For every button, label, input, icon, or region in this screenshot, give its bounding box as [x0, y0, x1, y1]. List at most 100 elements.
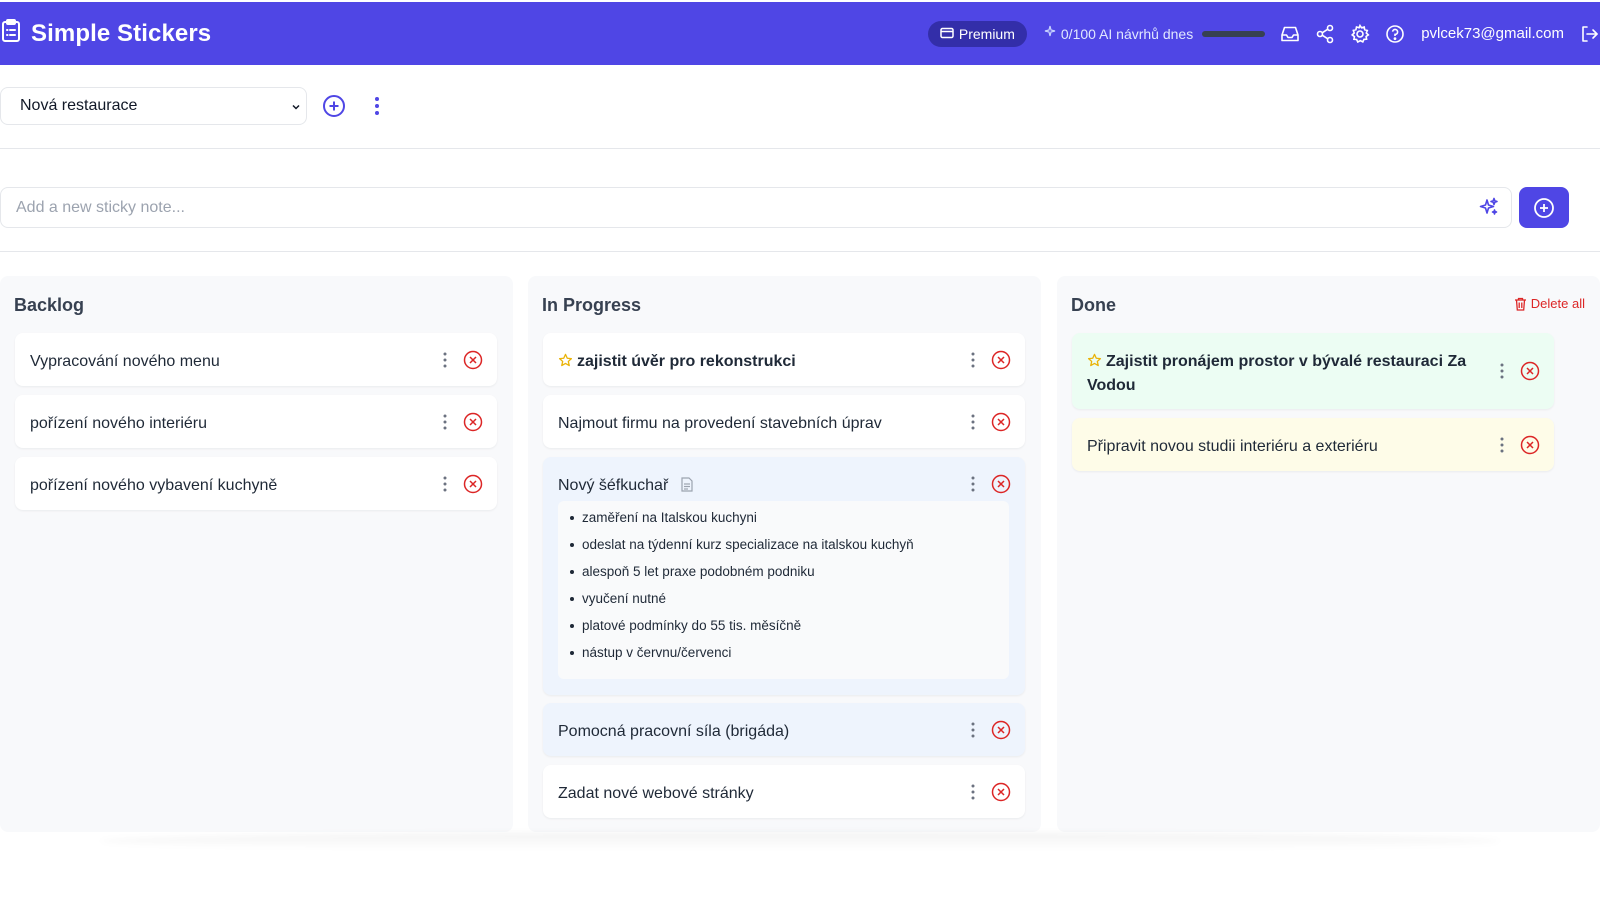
delete-all-label: Delete all — [1530, 296, 1585, 311]
note-card[interactable]: Pomocná pracovní síla (brigáda) — [543, 703, 1025, 756]
chevron-down-icon — [290, 100, 302, 118]
brand[interactable]: Simple Stickers — [0, 19, 211, 48]
kebab-icon — [375, 97, 379, 115]
list-item: platové podmínky do 55 tis. měsíčně — [568, 616, 914, 643]
note-menu-button[interactable] — [1494, 362, 1510, 380]
note-card[interactable]: zajistit úvěr pro rekonstrukci — [543, 333, 1025, 386]
star-icon[interactable] — [1087, 353, 1102, 375]
note-menu-button[interactable] — [437, 413, 453, 431]
ai-usage-progress-fill — [1202, 30, 1266, 37]
note-text: pořízení nového interiéru — [30, 415, 207, 432]
close-circle-icon — [991, 412, 1011, 432]
delete-note-button[interactable] — [991, 720, 1011, 745]
note-text: Pomocná pracovní síla (brigáda) — [558, 723, 790, 740]
close-circle-icon — [991, 350, 1011, 370]
note-card[interactable]: Vypracování nového menu — [15, 333, 497, 386]
sparkles-icon — [1043, 25, 1061, 42]
note-icon — [681, 477, 693, 499]
close-circle-icon — [463, 474, 483, 494]
delete-note-button[interactable] — [991, 474, 1011, 499]
note-details: zaměření na Italskou kuchyni odeslat na … — [558, 501, 1009, 679]
app-title: Simple Stickers — [31, 19, 212, 47]
kebab-icon — [1500, 437, 1504, 453]
column-done: Done Delete all Zajistit pronájem prosto… — [1057, 276, 1600, 832]
list-item: nástup v červnu/červenci — [568, 643, 914, 670]
delete-note-button[interactable] — [463, 474, 483, 499]
board-menu-button[interactable] — [374, 96, 380, 116]
help-icon[interactable] — [1384, 23, 1406, 45]
column-backlog: Backlog Vypracování nového menu pořízení… — [0, 276, 513, 832]
delete-note-button[interactable] — [463, 412, 483, 437]
note-card[interactable]: Zadat nové webové stránky — [543, 765, 1025, 818]
app-header: Simple Stickers Premium 0/100 AI návrhů … — [0, 2, 1600, 65]
note-text: Nový šéfkuchař — [558, 477, 669, 494]
board-select[interactable]: Nová restaurace — [0, 87, 307, 125]
sparkles-icon — [1479, 197, 1498, 215]
share-icon[interactable] — [1314, 23, 1336, 45]
note-menu-button[interactable] — [965, 783, 981, 801]
column-title: Done — [1071, 295, 1116, 315]
delete-note-button[interactable] — [1520, 361, 1540, 386]
premium-label: Premium — [958, 25, 1015, 42]
kebab-icon — [443, 352, 447, 368]
delete-note-button[interactable] — [991, 350, 1011, 375]
kebab-icon — [443, 414, 447, 430]
note-card-expanded[interactable]: Nový šéfkuchař zaměření na Italskou kuch… — [543, 457, 1025, 695]
kebab-icon — [1500, 363, 1504, 379]
inbox-icon[interactable] — [1279, 23, 1301, 45]
note-text: pořízení nového vybavení kuchyně — [30, 477, 278, 494]
note-menu-button[interactable] — [437, 475, 453, 493]
note-menu-button[interactable] — [437, 351, 453, 369]
delete-note-button[interactable] — [463, 350, 483, 375]
kebab-icon — [971, 476, 975, 492]
divider — [0, 148, 1600, 149]
gear-icon[interactable] — [1349, 23, 1371, 45]
board-toolbar: Nová restaurace — [0, 87, 380, 125]
delete-note-button[interactable] — [991, 412, 1011, 437]
star-icon[interactable] — [558, 353, 573, 375]
close-circle-icon — [463, 350, 483, 370]
list-item: zaměření na Italskou kuchyni — [568, 508, 914, 535]
note-card[interactable]: pořízení nového vybavení kuchyně — [15, 457, 497, 510]
note-details-list: zaměření na Italskou kuchyni odeslat na … — [568, 508, 914, 670]
note-text: Zadat nové webové stránky — [558, 785, 754, 802]
note-card[interactable]: pořízení nového interiéru — [15, 395, 497, 448]
premium-badge[interactable]: Premium — [927, 20, 1027, 47]
note-menu-button[interactable] — [965, 721, 981, 739]
close-circle-icon — [991, 782, 1011, 802]
add-note-button[interactable] — [1519, 187, 1569, 228]
delete-note-button[interactable] — [991, 782, 1011, 807]
close-circle-icon — [1520, 361, 1540, 381]
kebab-icon — [971, 414, 975, 430]
user-email[interactable]: pvlcek73@gmail.com — [1421, 25, 1564, 42]
divider — [0, 251, 1600, 252]
kebab-icon — [971, 722, 975, 738]
note-menu-button[interactable] — [1494, 436, 1510, 454]
note-card[interactable]: Zajistit pronájem prostor v bývalé resta… — [1072, 333, 1554, 409]
trash-icon — [1514, 297, 1526, 311]
note-menu-button[interactable] — [965, 351, 981, 369]
note-card[interactable]: Připravit novou studii interiéru a exter… — [1072, 418, 1554, 471]
ai-usage: 0/100 AI návrhů dnes — [1043, 25, 1266, 42]
ai-usage-label: 0/100 AI návrhů dnes — [1060, 25, 1194, 42]
note-menu-button[interactable] — [965, 413, 981, 431]
note-menu-button[interactable] — [965, 475, 981, 493]
column-in-progress: In Progress zajistit úvěr pro rekonstruk… — [528, 276, 1041, 832]
new-note-input[interactable] — [1, 189, 1441, 226]
column-title: Backlog — [14, 295, 85, 315]
note-text: zajistit úvěr pro rekonstrukci — [577, 353, 796, 370]
plus-circle-icon — [1534, 197, 1554, 218]
close-circle-icon — [1520, 435, 1540, 455]
list-item: alespoň 5 let praxe podobném podniku — [568, 562, 914, 589]
ai-suggest-button[interactable] — [1479, 197, 1499, 222]
delete-all-button[interactable]: Delete all — [1514, 296, 1585, 311]
column-title: In Progress — [542, 295, 642, 315]
add-board-button[interactable] — [322, 94, 346, 118]
close-circle-icon — [463, 412, 483, 432]
board-select-value: Nová restaurace — [20, 97, 138, 114]
note-card[interactable]: Najmout firmu na provedení stavebních úp… — [543, 395, 1025, 448]
kebab-icon — [971, 784, 975, 800]
kebab-icon — [971, 352, 975, 368]
delete-note-button[interactable] — [1520, 435, 1540, 460]
logout-icon[interactable] — [1578, 23, 1600, 45]
